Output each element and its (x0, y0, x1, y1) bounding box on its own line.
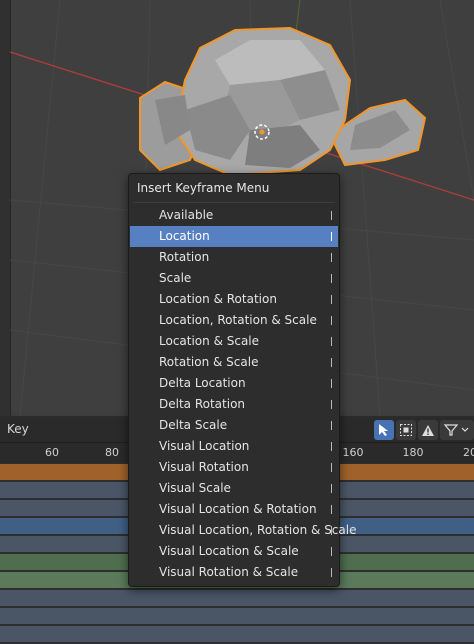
menu-item-label: Visual Location, Rotation & Scale (159, 523, 357, 537)
menu-item[interactable]: Location & Scale (130, 331, 338, 352)
menu-item[interactable]: Delta Location (130, 373, 338, 394)
shortcut-hint (331, 316, 332, 325)
menu-item[interactable]: Visual Location & Scale (130, 541, 338, 562)
ruler-tick: 180 (402, 446, 424, 459)
menu-item-label: Delta Location (159, 376, 246, 390)
menu-item-label: Visual Location (159, 439, 250, 453)
menu-items: Available Location Rotation Scale Location &… (130, 205, 356, 583)
menu-item-label: Visual Scale (159, 481, 231, 495)
box-select-icon[interactable] (396, 420, 416, 440)
menu-item-label: Rotation (159, 250, 210, 264)
menu-item[interactable]: Rotation & Scale (130, 352, 338, 373)
shortcut-hint (331, 379, 332, 388)
suzanne-mesh[interactable] (139, 26, 427, 177)
menu-item[interactable]: Rotation (130, 247, 338, 268)
select-cursor-icon[interactable] (374, 420, 394, 440)
channel-row[interactable] (0, 608, 474, 626)
menu-item[interactable]: Visual Rotation (130, 457, 338, 478)
shortcut-hint (331, 505, 332, 514)
menu-item[interactable]: Available (130, 205, 338, 226)
menu-item-label: Delta Rotation (159, 397, 246, 411)
channel-row[interactable] (0, 626, 474, 644)
menu-item-label: Location (159, 229, 210, 243)
shortcut-hint (331, 463, 332, 472)
menu-item-label: Visual Rotation & Scale (159, 565, 299, 579)
menu-item-label: Visual Location & Scale (159, 544, 299, 558)
shortcut-hint (331, 232, 332, 241)
menu-item[interactable]: Visual Rotation & Scale (130, 562, 338, 583)
menu-item[interactable]: Location, Rotation & Scale (130, 310, 338, 331)
menu-item[interactable]: Scale (130, 268, 338, 289)
ruler-tick: 80 (105, 446, 119, 459)
menu-title: Insert Keyframe Menu (137, 181, 270, 195)
menu-item-label: Visual Location & Rotation (159, 502, 317, 516)
warning-icon[interactable] (418, 420, 438, 440)
shortcut-hint (331, 547, 332, 556)
ruler-tick: 20 (463, 446, 474, 459)
menu-item[interactable]: Visual Location, Rotation & Scale (130, 520, 356, 541)
menu-item[interactable]: Visual Location (130, 436, 338, 457)
menu-item-label: Location, Rotation & Scale (159, 313, 317, 327)
menu-separator (133, 202, 335, 203)
shortcut-hint (331, 295, 332, 304)
menu-item[interactable]: Location & Rotation (130, 289, 338, 310)
shortcut-hint (331, 358, 332, 367)
menu-item[interactable]: Delta Rotation (130, 394, 338, 415)
shortcut-hint (331, 337, 332, 346)
menu-item-label: Scale (159, 271, 192, 285)
shortcut-hint (331, 484, 332, 493)
timeline-header-tools (374, 420, 474, 440)
menu-item[interactable]: Location (130, 226, 338, 247)
shortcut-hint (331, 274, 332, 283)
insert-keyframe-menu: Insert Keyframe Menu Available Location Ro… (128, 173, 356, 587)
menu-item[interactable]: Visual Scale (130, 478, 338, 499)
menu-item-label: Delta Scale (159, 418, 228, 432)
menu-item[interactable]: Visual Location & Rotation (130, 499, 338, 520)
shortcut-hint (331, 400, 332, 409)
menu-item[interactable]: Delta Scale (130, 415, 338, 436)
shortcut-hint (331, 253, 332, 262)
filter-icon[interactable] (440, 420, 474, 440)
shortcut-hint (331, 421, 332, 430)
key-menu[interactable]: Key (7, 422, 29, 436)
menu-item-label: Location & Rotation (159, 292, 277, 306)
shortcut-hint (331, 211, 332, 220)
ruler-tick: 60 (45, 446, 59, 459)
channel-row[interactable] (0, 590, 474, 608)
shortcut-hint (331, 568, 332, 577)
ruler-tick: 160 (342, 446, 364, 459)
shortcut-hint (331, 442, 332, 451)
origin-point-icon (259, 129, 265, 135)
menu-item-label: Visual Rotation (159, 460, 249, 474)
shortcut-hint (331, 526, 332, 535)
menu-item-label: Location & Scale (159, 334, 260, 348)
menu-item-label: Available (159, 208, 214, 222)
menu-item-label: Rotation & Scale (159, 355, 259, 369)
